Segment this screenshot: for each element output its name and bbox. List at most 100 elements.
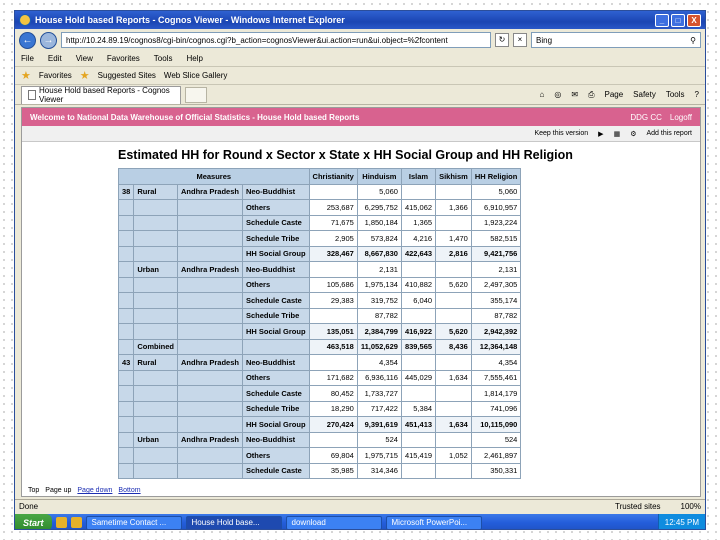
value-cell: 1,733,727 xyxy=(356,385,402,402)
zoom-level[interactable]: 100% xyxy=(681,502,701,511)
top-link[interactable]: Top xyxy=(28,487,39,494)
new-tab-button[interactable] xyxy=(185,86,207,103)
social-group-cell: Neo-Buddhist xyxy=(241,261,310,278)
feeds-icon[interactable]: ◎ xyxy=(554,90,561,99)
table-row: Others 253,687 6,295,752 415,062 1,366 6,910,… xyxy=(117,199,522,216)
value-cell: 2,905 xyxy=(308,230,358,247)
table-row: Schedule Caste 71,675 1,850,184 1,365 1,923,… xyxy=(117,214,522,231)
social-group-cell: Neo-Buddhist xyxy=(241,183,310,200)
sector-cell xyxy=(133,462,179,479)
page-up-link[interactable]: Page up xyxy=(45,487,71,494)
close-button[interactable]: X xyxy=(687,13,701,27)
sector-cell xyxy=(133,214,179,231)
browser-window: House Hold based Reports - Cognos Viewer… xyxy=(14,10,706,530)
social-group-cell: Others xyxy=(241,447,310,464)
social-group-cell: Schedule Tribe xyxy=(241,307,310,324)
cognos-header: Welcome to National Data Warehouse of Of… xyxy=(22,108,700,126)
value-cell: 1,923,224 xyxy=(470,214,522,231)
value-cell: 524 xyxy=(356,431,402,448)
value-cell xyxy=(308,354,358,371)
round-cell xyxy=(117,261,135,278)
bottom-link[interactable]: Bottom xyxy=(118,487,140,494)
taskbar-button-powerpoint[interactable]: Microsoft PowerPoi... xyxy=(385,515,482,529)
taskbar-button-cognos[interactable]: House Hold base... xyxy=(185,515,282,529)
taskbar-button-sametime[interactable]: Sametime Contact ... xyxy=(85,515,182,529)
minimize-button[interactable]: _ xyxy=(655,13,669,27)
maximize-button[interactable]: □ xyxy=(671,13,685,27)
favorites-button[interactable]: Favorites xyxy=(39,71,72,80)
value-cell: 1,975,715 xyxy=(356,447,402,464)
refresh-icon[interactable]: ↻ xyxy=(495,33,509,47)
state-cell xyxy=(177,230,243,247)
menu-file[interactable]: File xyxy=(21,54,34,63)
value-cell: 5,620 xyxy=(435,323,472,340)
cognos-toolbar: Keep this version ▶ ▦ ⚙ Add this report xyxy=(22,126,700,142)
title-bar: House Hold based Reports - Cognos Viewer… xyxy=(15,11,705,29)
menu-view[interactable]: View xyxy=(76,54,93,63)
favorite-item-suggested[interactable]: Suggested Sites xyxy=(98,71,156,80)
url-field[interactable]: http://10.24.89.19/cognos8/cgi-bin/cogno… xyxy=(61,32,491,48)
social-group-cell: Others xyxy=(241,369,310,386)
search-icon[interactable]: ⚲ xyxy=(690,36,696,45)
state-cell xyxy=(177,307,243,324)
value-cell: 1,052 xyxy=(435,447,472,464)
sector-cell xyxy=(133,276,179,293)
table-row: Schedule Tribe 18,290 717,422 5,384 741,096 xyxy=(117,400,522,417)
run-icon[interactable]: ⚙ xyxy=(630,130,636,138)
round-cell xyxy=(117,245,135,262)
sector-cell xyxy=(133,245,179,262)
value-cell: 573,824 xyxy=(356,230,402,247)
value-cell xyxy=(308,307,358,324)
start-button[interactable]: Start xyxy=(15,514,52,529)
drill-icon[interactable]: ▶ xyxy=(598,130,603,138)
sector-cell: Rural xyxy=(133,354,179,371)
value-cell: 1,850,184 xyxy=(356,214,402,231)
menu-edit[interactable]: Edit xyxy=(48,54,62,63)
value-cell: 5,620 xyxy=(435,276,472,293)
home-icon[interactable]: ⌂ xyxy=(540,90,545,99)
keep-version-button[interactable]: Keep this version xyxy=(534,130,588,137)
tab-cognos-viewer[interactable]: House Hold based Reports - Cognos Viewer xyxy=(21,85,181,104)
back-button[interactable]: ← xyxy=(19,31,36,49)
forward-button[interactable]: → xyxy=(40,31,57,49)
tools-menu[interactable]: Tools xyxy=(666,90,685,99)
value-cell: 1,975,134 xyxy=(356,276,402,293)
go-to-icon[interactable]: ▦ xyxy=(614,130,621,138)
menu-favorites[interactable]: Favorites xyxy=(107,54,140,63)
logoff-link[interactable]: Logoff xyxy=(670,113,692,122)
value-cell: 29,383 xyxy=(308,292,358,309)
mail-icon[interactable]: ✉ xyxy=(571,90,578,99)
table-row: Schedule Tribe 87,782 87,782 xyxy=(117,307,522,324)
table-row: HH Social Group 270,424 9,391,619 451,413 1,… xyxy=(117,416,522,433)
stop-icon[interactable]: × xyxy=(513,33,527,47)
value-cell: 416,922 xyxy=(400,323,437,340)
clock: 12:45 PM xyxy=(664,518,699,527)
safety-menu[interactable]: Safety xyxy=(633,90,656,99)
favorite-item-webslice[interactable]: Web Slice Gallery xyxy=(164,71,227,80)
value-cell: 12,364,148 xyxy=(470,338,522,355)
add-report-button[interactable]: Add this report xyxy=(646,130,692,137)
favorites-star-icon[interactable]: ★ xyxy=(21,69,31,82)
quicklaunch-ie-icon[interactable] xyxy=(55,517,67,528)
search-field[interactable]: Bing ⚲ xyxy=(531,32,701,48)
menu-tools[interactable]: Tools xyxy=(154,54,173,63)
value-cell xyxy=(400,431,437,448)
sector-cell: Combined xyxy=(133,338,179,355)
add-favorite-icon[interactable]: ★ xyxy=(80,69,90,82)
page-content: Welcome to National Data Warehouse of Of… xyxy=(21,107,701,497)
page-menu[interactable]: Page xyxy=(604,90,623,99)
value-cell: 741,096 xyxy=(470,400,522,417)
value-cell xyxy=(308,431,358,448)
cognos-header-title: Welcome to National Data Warehouse of Of… xyxy=(30,112,360,122)
quicklaunch-desktop-icon[interactable] xyxy=(70,517,82,528)
print-icon[interactable]: ⎙ xyxy=(588,90,594,100)
value-cell: 2,497,305 xyxy=(470,276,522,293)
help-icon[interactable]: ? xyxy=(695,90,699,99)
round-cell xyxy=(117,307,135,324)
menu-help[interactable]: Help xyxy=(186,54,202,63)
page-down-link[interactable]: Page down xyxy=(77,487,112,494)
favorites-bar: ★ Favorites ★ Suggested Sites Web Slice … xyxy=(15,67,705,85)
value-cell: 2,816 xyxy=(435,245,472,262)
taskbar-button-download[interactable]: download xyxy=(285,515,382,529)
value-cell: 69,804 xyxy=(308,447,358,464)
